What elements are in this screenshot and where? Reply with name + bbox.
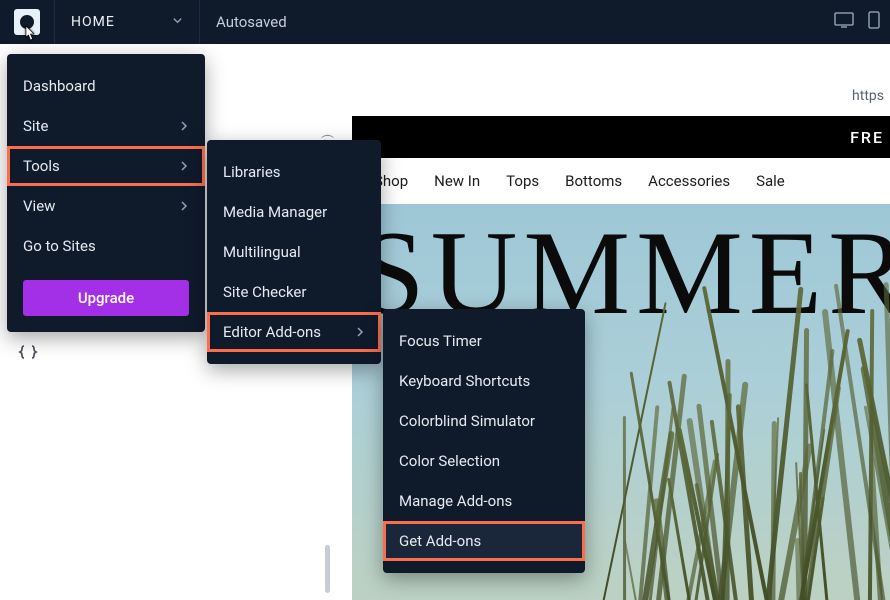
menu-label: Editor Add-ons: [223, 323, 321, 341]
menu-item-tools[interactable]: Tools: [7, 146, 205, 186]
menu-label: Get Add-ons: [399, 532, 481, 550]
menu-label: Site: [23, 117, 48, 135]
menu-label: Tools: [23, 157, 60, 175]
mobile-view-icon[interactable]: [868, 11, 880, 33]
chevron-right-icon: [179, 117, 189, 135]
tools-submenu: Libraries Media Manager Multilingual Sit…: [207, 140, 381, 364]
chevron-right-icon: [355, 323, 365, 341]
menu-label: Keyboard Shortcuts: [399, 372, 530, 390]
addon-item-keyboard-shortcuts[interactable]: Keyboard Shortcuts: [383, 361, 585, 401]
submenu-item-multilingual[interactable]: Multilingual: [207, 232, 381, 272]
nav-sale[interactable]: Sale: [756, 172, 785, 190]
nav-accessories[interactable]: Accessories: [648, 172, 730, 190]
page-selector-label: HOME: [71, 14, 115, 30]
menu-item-site[interactable]: Site: [7, 106, 205, 146]
app-logo: [14, 9, 40, 35]
page-selector[interactable]: HOME: [55, 0, 200, 44]
submenu-item-editor-addons[interactable]: Editor Add-ons: [207, 312, 381, 352]
addons-submenu: Focus Timer Keyboard Shortcuts Colorblin…: [383, 309, 585, 573]
menu-label: Multilingual: [223, 243, 301, 261]
addon-item-colorblind-simulator[interactable]: Colorblind Simulator: [383, 401, 585, 441]
submenu-item-libraries[interactable]: Libraries: [207, 152, 381, 192]
menu-item-dashboard[interactable]: Dashboard: [7, 66, 205, 106]
autosave-status: Autosaved: [200, 13, 303, 31]
url-fragment: https: [852, 88, 884, 104]
app-menu-button[interactable]: [0, 0, 55, 44]
preview-url-bar: https: [352, 76, 890, 116]
code-braces-icon[interactable]: [18, 344, 38, 366]
menu-label: View: [23, 197, 55, 215]
addon-item-color-selection[interactable]: Color Selection: [383, 441, 585, 481]
menu-label: Focus Timer: [399, 332, 482, 350]
menu-label: Manage Add-ons: [399, 492, 512, 510]
chevron-right-icon: [179, 157, 189, 175]
promo-banner: FRE: [352, 116, 890, 158]
menu-item-go-to-sites[interactable]: Go to Sites: [7, 226, 205, 266]
chevron-down-icon: [172, 14, 183, 30]
menu-label: Media Manager: [223, 203, 327, 221]
nav-tops[interactable]: Tops: [506, 172, 539, 190]
menu-label: Colorblind Simulator: [399, 412, 535, 430]
submenu-item-media-manager[interactable]: Media Manager: [207, 192, 381, 232]
submenu-item-site-checker[interactable]: Site Checker: [207, 272, 381, 312]
upgrade-button[interactable]: Upgrade: [23, 280, 189, 316]
nav-new-in[interactable]: New In: [434, 172, 480, 190]
menu-label: Site Checker: [223, 283, 306, 301]
menu-label: Go to Sites: [23, 237, 96, 255]
site-nav: Shop New In Tops Bottoms Accessories Sal…: [352, 158, 890, 204]
promo-text: FRE: [850, 128, 884, 147]
menu-item-view[interactable]: View: [7, 186, 205, 226]
addon-item-focus-timer[interactable]: Focus Timer: [383, 321, 585, 361]
chevron-right-icon: [179, 197, 189, 215]
addon-item-get-addons[interactable]: Get Add-ons: [383, 521, 585, 561]
menu-label: Color Selection: [399, 452, 500, 470]
addon-item-manage-addons[interactable]: Manage Add-ons: [383, 481, 585, 521]
nav-bottoms[interactable]: Bottoms: [565, 172, 622, 190]
menu-label: Dashboard: [23, 77, 96, 95]
main-menu: Dashboard Site Tools View Go to Sites Up…: [7, 54, 205, 332]
scrollbar-thumb[interactable]: [325, 545, 330, 593]
top-bar: HOME Autosaved: [0, 0, 890, 44]
menu-label: Libraries: [223, 163, 281, 181]
desktop-view-icon[interactable]: [834, 12, 854, 32]
